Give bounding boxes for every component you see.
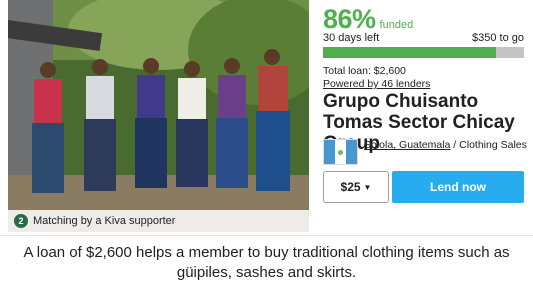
- total-loan: Total loan: $2,600: [323, 65, 406, 77]
- location-sector: Solola, Guatemala / Clothing Sales: [364, 139, 527, 151]
- caret-down-icon: ▼: [363, 182, 372, 192]
- time-and-remaining: 30 days left $350 to go: [323, 32, 524, 44]
- loan-summary: A loan of $2,600 helps a member to buy t…: [23, 244, 510, 281]
- percent-funded: 86%: [323, 4, 376, 34]
- lenders-link[interactable]: Powered by 46 lenders: [323, 78, 430, 91]
- matching-2x-badge-icon: 2: [14, 214, 28, 228]
- loan-meta: Total loan: $2,600 Powered by 46 lenders: [323, 65, 430, 91]
- lend-amount-value: $25: [340, 180, 361, 194]
- matching-text: Matching by a Kiva supporter: [33, 215, 176, 227]
- location-link[interactable]: Solola, Guatemala: [364, 139, 450, 151]
- guatemala-flag-icon: [323, 139, 358, 165]
- funding-status: 86% funded: [323, 4, 413, 35]
- amount-to-go: $350 to go: [472, 32, 524, 44]
- group-photo-illustration: [8, 0, 309, 232]
- days-left: 30 days left: [323, 32, 380, 44]
- funded-label: funded: [379, 19, 414, 31]
- funding-progress-fill: [323, 47, 496, 58]
- lend-now-button[interactable]: Lend now: [392, 171, 524, 203]
- funding-progress-bar: [323, 47, 524, 58]
- sector-label: Clothing Sales: [459, 139, 527, 151]
- location-separator: /: [450, 139, 460, 151]
- matching-banner[interactable]: 2 Matching by a Kiva supporter: [8, 210, 309, 232]
- lend-amount-select[interactable]: $25 ▼: [323, 171, 389, 203]
- borrower-photo[interactable]: 2 Matching by a Kiva supporter: [8, 0, 309, 232]
- divider: [0, 235, 533, 236]
